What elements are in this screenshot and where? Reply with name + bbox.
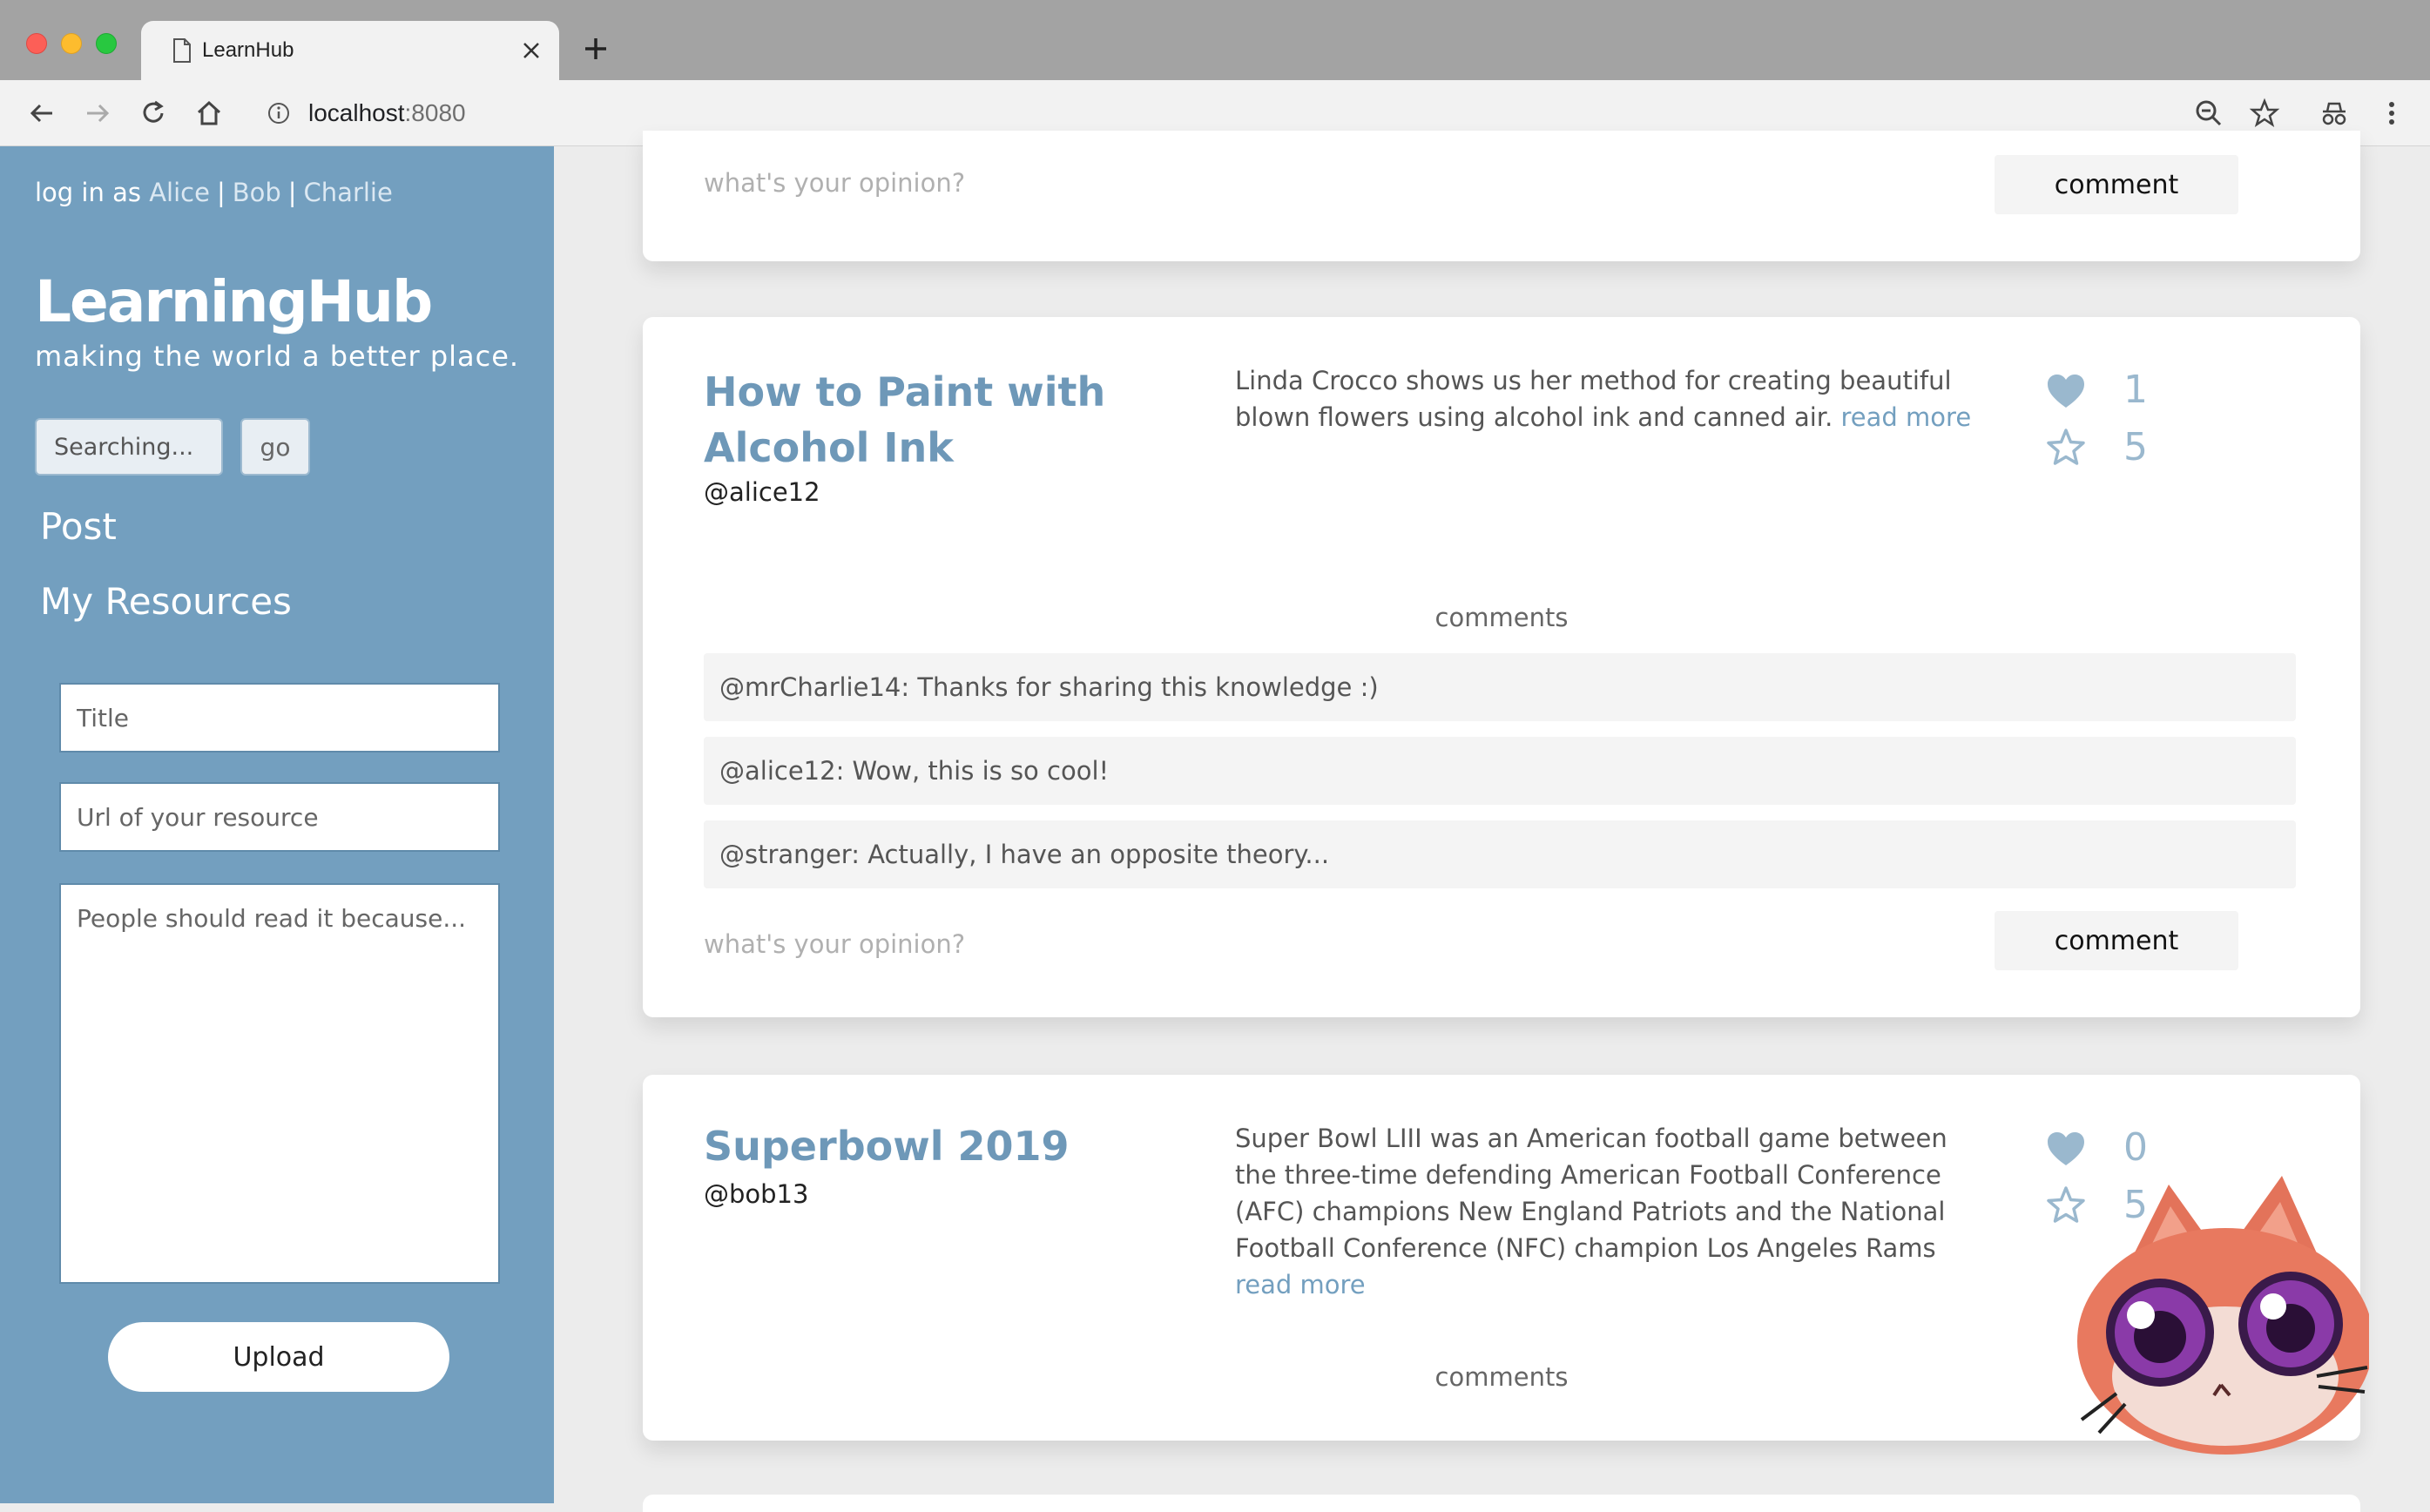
login-bob-link[interactable]: Bob [233,178,281,207]
url-text: localhost:8080 [308,99,466,126]
resource-title-input[interactable] [59,683,500,753]
close-tab-icon[interactable] [521,40,542,61]
maximize-window-button[interactable] [96,33,117,54]
search-input[interactable] [35,418,223,476]
site-info-icon[interactable] [267,101,291,125]
post-card: How to Paint with Alcohol Ink @alice12 L… [643,317,2360,1017]
star-count: 5 [2123,425,2148,469]
comments-heading: comments [1434,603,1569,632]
bookmark-star-icon[interactable] [2249,98,2280,129]
opinion-input[interactable] [704,157,1488,209]
page-icon [173,38,191,63]
opinion-input[interactable] [704,918,1488,970]
resource-url-input[interactable] [59,782,500,852]
read-more-link[interactable]: read more [1235,1270,1366,1299]
comment-item: @mrCharlie14: Thanks for sharing this kn… [704,653,2296,721]
heart-icon[interactable] [2045,371,2087,413]
sidebar: log in as Alice | Bob | Charlie LearningHub … [0,146,554,1503]
heart-icon[interactable] [2045,1129,2087,1171]
back-arrow-icon[interactable] [26,98,57,129]
post-card-previous: comment [643,131,2360,261]
nav-post-link[interactable]: Post [40,505,117,548]
read-more-link[interactable]: read more [1841,402,1972,432]
cat-mascot-icon[interactable] [2064,1167,2369,1455]
tab-title: LearnHub [202,38,294,62]
incognito-icon[interactable] [2319,98,2350,129]
brand-tagline: making the world a better place. [35,340,520,373]
browser-tab[interactable]: LearnHub [141,21,559,80]
browser-tab-bar: LearnHub [0,0,2430,80]
reload-icon[interactable] [138,98,169,129]
search-go-button[interactable]: go [240,418,310,476]
login-switcher: log in as Alice | Bob | Charlie [35,178,393,207]
menu-kebab-icon[interactable] [2376,98,2407,129]
post-description: Super Bowl LIII was an American football… [1235,1124,1947,1299]
like-count: 1 [2123,368,2148,412]
forward-arrow-icon[interactable] [82,98,113,129]
zoom-icon[interactable] [2193,98,2224,129]
login-alice-link[interactable]: Alice [149,178,210,207]
nav-my-resources-link[interactable]: My Resources [40,580,292,623]
comment-item: @stranger: Actually, I have an opposite … [704,820,2296,888]
brand-title: LearningHub [35,268,433,335]
comment-button[interactable]: comment [1995,155,2238,214]
star-icon[interactable] [2045,427,2087,469]
post-title[interactable]: Superbowl 2019 [704,1118,1218,1174]
comment-button[interactable]: comment [1995,911,2238,970]
login-prefix: log in as [35,178,141,207]
post-title[interactable]: How to Paint with Alcohol Ink [704,364,1218,476]
post-author[interactable]: @bob13 [704,1179,808,1209]
post-card-next [643,1495,2360,1512]
post-description: Linda Crocco shows us her method for cre… [1235,366,1972,432]
new-tab-icon[interactable] [582,35,610,63]
close-window-button[interactable] [26,33,47,54]
login-charlie-link[interactable]: Charlie [304,178,393,207]
home-icon[interactable] [193,98,225,129]
like-count: 0 [2123,1125,2148,1170]
upload-button[interactable]: Upload [108,1322,449,1392]
resource-reason-textarea[interactable] [59,883,500,1284]
comment-item: @alice12: Wow, this is so cool! [704,737,2296,805]
minimize-window-button[interactable] [61,33,82,54]
post-author[interactable]: @alice12 [704,477,820,507]
